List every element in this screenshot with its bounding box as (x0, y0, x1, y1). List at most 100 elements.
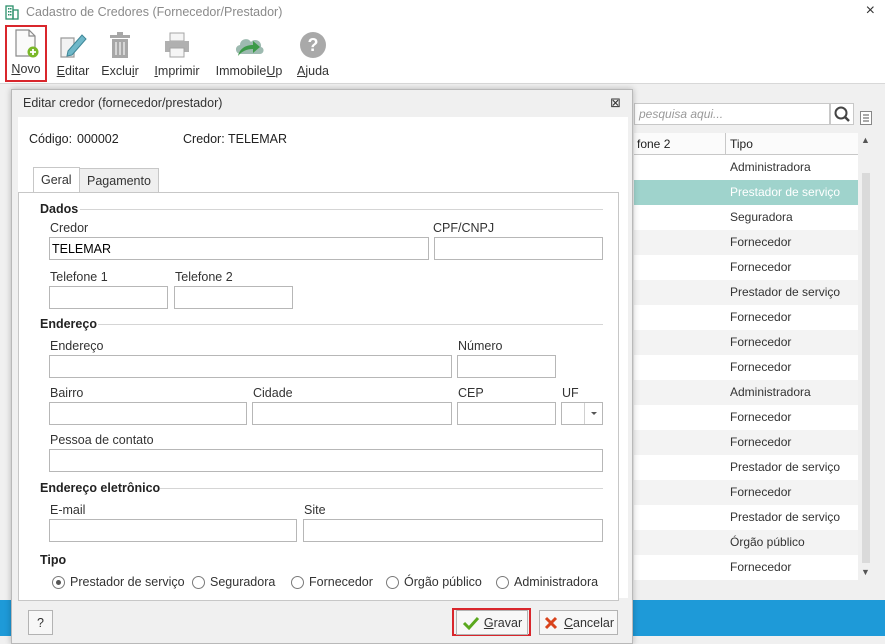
bairro-input[interactable] (49, 402, 247, 425)
radio-prestador-servico-indicator[interactable] (52, 575, 65, 589)
email-label: E-mail (50, 503, 86, 517)
radio-fornecedor-indicator[interactable] (291, 575, 304, 589)
table-row[interactable]: Prestador de serviço (634, 505, 858, 530)
novo-label: ovo (20, 62, 41, 76)
tipo-cell: Fornecedor (730, 435, 792, 449)
window-close-button[interactable]: × (866, 2, 875, 20)
table-row[interactable]: Prestador de serviço (634, 455, 858, 480)
imprimir-button[interactable]: Imprimir (151, 25, 203, 82)
radio-seguradora-indicator[interactable] (192, 575, 205, 589)
cep-input[interactable] (457, 402, 556, 425)
table-row[interactable]: Fornecedor (634, 355, 858, 380)
tipo-cell: Fornecedor (730, 360, 792, 374)
telefone2-cell (634, 205, 726, 230)
numero-input[interactable] (457, 355, 556, 378)
telefone2-cell (634, 230, 726, 255)
ajuda-button[interactable]: ? Ajuda (293, 25, 333, 82)
endereco-input[interactable] (49, 355, 452, 378)
table-row[interactable]: Fornecedor (634, 330, 858, 355)
credor-input[interactable] (49, 237, 429, 260)
tab-pagamento[interactable]: Pagamento (79, 168, 159, 193)
table-row[interactable]: Fornecedor (634, 230, 858, 255)
telefone2-label: Telefone 2 (175, 270, 233, 284)
telefone2-cell (634, 305, 726, 330)
table-row[interactable]: Fornecedor (634, 430, 858, 455)
numero-label: Número (458, 339, 503, 353)
radio-administradora[interactable]: Administradora (496, 575, 598, 589)
telefone1-input[interactable] (49, 286, 168, 309)
tipo-cell: Prestador de serviço (730, 285, 841, 299)
site-input[interactable] (303, 519, 603, 542)
immobileup-label-pre: Immobile (215, 64, 267, 78)
endereco-label: Endereço (50, 339, 104, 353)
radio-orgao-publico-indicator[interactable] (386, 575, 399, 589)
cancelar-label: ancelar (573, 615, 615, 630)
cidade-label: Cidade (253, 386, 293, 400)
table-row[interactable]: Fornecedor (634, 405, 858, 430)
edit-pencil-icon (60, 34, 87, 58)
scroll-down-icon[interactable]: ▼ (861, 567, 870, 577)
grid-search-placeholder: pesquisa aqui... (639, 107, 724, 121)
gravar-label: ravar (493, 615, 523, 630)
grid-search-button[interactable] (830, 103, 854, 125)
gravar-button[interactable]: Gravar (456, 610, 528, 635)
codigo-label: Código: (29, 132, 73, 146)
grid-header-tipo[interactable]: Tipo (726, 133, 858, 154)
telefone2-cell (634, 280, 726, 305)
cancelar-label-accel: C (563, 615, 574, 630)
help-button-label: ? (37, 615, 44, 630)
table-row[interactable]: Órgão público (634, 530, 858, 555)
site-label: Site (304, 503, 326, 517)
immobileup-button[interactable]: ImmobileUp (214, 25, 284, 82)
credor-info-label: Credor: (183, 132, 225, 146)
tipo-cell: Prestador de serviço (730, 510, 841, 524)
grid-scrollbar[interactable]: ▲ ▼ (858, 133, 874, 580)
uf-dropdown-button[interactable] (584, 403, 602, 424)
grid-header-telefone2[interactable]: fone 2 (634, 133, 726, 154)
telefone2-cell (634, 530, 726, 555)
telefone2-cell (634, 480, 726, 505)
radio-seguradora[interactable]: Seguradora (192, 575, 275, 589)
tab-geral[interactable]: Geral (33, 167, 80, 194)
tipo-cell: Administradora (730, 385, 811, 399)
telefone2-cell (634, 255, 726, 280)
dialog-close-button[interactable]: ⊠ (610, 95, 621, 111)
section-endereco-eletronico-divider (160, 488, 603, 489)
table-row[interactable]: Fornecedor (634, 555, 858, 580)
chevron-down-icon (591, 412, 597, 415)
editar-button[interactable]: Editar (53, 25, 93, 82)
cancelar-button[interactable]: Cancelar (539, 610, 618, 635)
uf-select[interactable] (561, 402, 603, 425)
cloud-upload-icon (235, 39, 264, 56)
radio-prestador-servico[interactable]: Prestador de serviço (52, 575, 185, 589)
table-row[interactable]: Fornecedor (634, 480, 858, 505)
table-row[interactable]: Prestador de serviço (634, 280, 858, 305)
excluir-button[interactable]: Excluir (99, 25, 141, 82)
email-input[interactable] (49, 519, 297, 542)
tipo-cell: Seguradora (730, 210, 793, 224)
grid-search-input[interactable]: pesquisa aqui... (634, 103, 830, 125)
cpf-cnpj-input[interactable] (434, 237, 603, 260)
telefone2-cell (634, 380, 726, 405)
scroll-up-icon[interactable]: ▲ (861, 135, 870, 145)
scrollbar-thumb[interactable] (862, 173, 870, 563)
cidade-input[interactable] (252, 402, 452, 425)
table-row[interactable]: Administradora (634, 155, 858, 180)
radio-administradora-indicator[interactable] (496, 575, 509, 589)
radio-orgao-publico[interactable]: Órgão público (386, 575, 482, 589)
table-row[interactable]: Seguradora (634, 205, 858, 230)
table-row[interactable]: Fornecedor (634, 255, 858, 280)
telefone2-input[interactable] (174, 286, 293, 309)
novo-button[interactable]: Novo (5, 25, 47, 82)
tipo-cell: Administradora (730, 160, 811, 174)
table-row[interactable]: Fornecedor (634, 305, 858, 330)
help-button[interactable]: ? (28, 610, 53, 635)
radio-fornecedor[interactable]: Fornecedor (291, 575, 373, 589)
pessoa-contato-input[interactable] (49, 449, 603, 472)
table-row[interactable]: Administradora (634, 380, 858, 405)
close-x-icon (544, 616, 558, 629)
imprimir-label: mprimir (157, 64, 200, 78)
grid-menu-icon[interactable] (860, 111, 872, 125)
tipo-cell: Fornecedor (730, 560, 792, 574)
table-row[interactable]: Prestador de serviço (634, 180, 858, 205)
